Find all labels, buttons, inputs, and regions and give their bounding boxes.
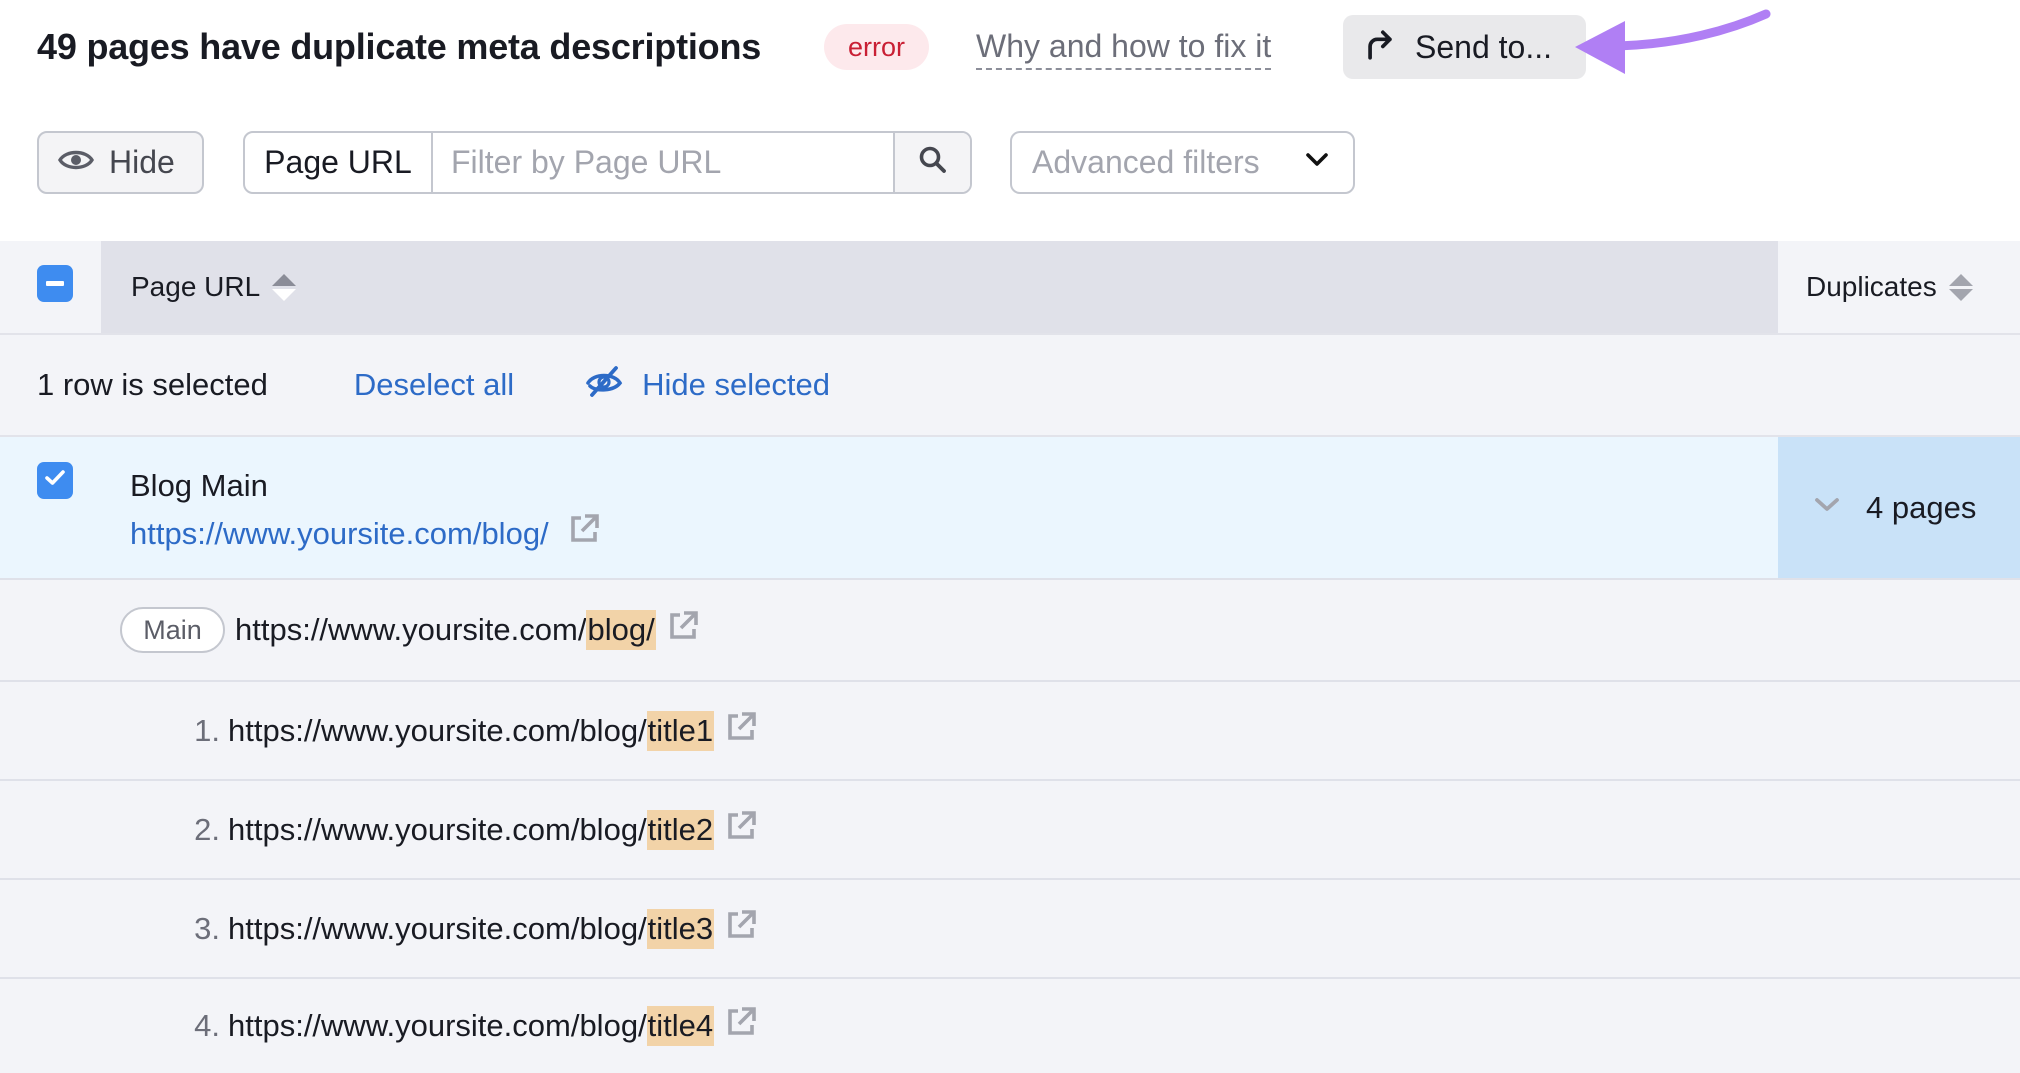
item-number: 1. (194, 712, 220, 748)
row-url: https://www.yoursite.com/blog/ (130, 512, 601, 556)
table-row (0, 437, 1778, 580)
search-icon (917, 144, 949, 181)
share-arrow-icon (1363, 28, 1397, 67)
send-to-label: Send to... (1415, 28, 1552, 65)
error-badge: error (824, 24, 929, 70)
duplicate-url[interactable]: https://www.yoursite.com/blog/title4 (228, 1005, 758, 1047)
deselect-all-link[interactable]: Deselect all (354, 367, 514, 403)
duplicates-count: 4 pages (1866, 489, 1977, 525)
advanced-filters-label: Advanced filters (1032, 144, 1260, 180)
url-prefix: https://www.yoursite.com/blog/ (228, 712, 647, 748)
external-link-icon[interactable] (666, 609, 700, 651)
external-link-icon[interactable] (724, 710, 758, 752)
main-url-row: Main https://www.yoursite.com/blog/ (0, 580, 2020, 682)
send-to-button[interactable]: Send to... (1343, 15, 1586, 79)
main-url[interactable]: https://www.yoursite.com/blog/ (235, 609, 700, 651)
duplicate-url[interactable]: https://www.yoursite.com/blog/title3 (228, 908, 758, 950)
select-all-checkbox[interactable] (37, 265, 73, 302)
search-field-label: Page URL (245, 133, 433, 192)
external-link-icon[interactable] (724, 1005, 758, 1047)
url-highlight: title2 (646, 809, 715, 850)
url-prefix: https://www.yoursite.com/ (235, 612, 587, 647)
chevron-down-icon (1814, 497, 1840, 518)
duplicates-toggle[interactable]: 4 pages (1778, 437, 2020, 580)
eye-slash-icon (584, 364, 624, 406)
url-highlight: title1 (646, 710, 715, 751)
hide-button[interactable]: Hide (37, 131, 204, 194)
eye-icon (57, 145, 95, 180)
external-link-icon[interactable] (567, 512, 601, 556)
page-url-search: Page URL (243, 131, 972, 194)
row-url-link[interactable]: https://www.yoursite.com/blog/ (130, 514, 549, 554)
item-number: 4. (194, 1008, 220, 1043)
main-pill: Main (120, 607, 225, 653)
item-number: 2. (194, 811, 220, 847)
url-prefix: https://www.yoursite.com/blog/ (228, 910, 647, 946)
url-prefix: https://www.yoursite.com/blog/ (228, 1008, 647, 1043)
url-highlight: blog/ (586, 610, 656, 650)
sort-icon[interactable] (1948, 273, 1973, 301)
hide-selected-label: Hide selected (642, 367, 830, 402)
hide-label: Hide (109, 144, 175, 180)
row-checkbox[interactable] (37, 462, 73, 499)
minus-icon (46, 281, 64, 286)
column-header-page-url[interactable]: Page URL (101, 241, 1778, 333)
chevron-down-icon (1305, 152, 1329, 173)
external-link-icon[interactable] (724, 908, 758, 950)
list-item: 3. https://www.yoursite.com/blog/title3 (0, 880, 2020, 979)
list-item: 1. https://www.yoursite.com/blog/title1 (0, 682, 2020, 781)
search-input[interactable] (433, 133, 893, 192)
hide-selected-link[interactable]: Hide selected (584, 364, 830, 406)
header-checkbox-cell (0, 241, 101, 333)
row-title: Blog Main (130, 468, 268, 503)
page-title: 49 pages have duplicate meta description… (37, 26, 762, 67)
annotation-arrow-icon (1575, 9, 1771, 74)
duplicate-url[interactable]: https://www.yoursite.com/blog/title1 (228, 710, 758, 752)
sort-icon[interactable] (272, 273, 297, 301)
duplicates-header-label: Duplicates (1806, 271, 1937, 302)
list-item: 4. https://www.yoursite.com/blog/title4 (0, 979, 2020, 1073)
url-highlight: title4 (646, 1006, 715, 1046)
why-and-how-link[interactable]: Why and how to fix it (976, 22, 1272, 70)
url-prefix: https://www.yoursite.com/blog/ (228, 811, 647, 847)
item-number: 3. (194, 910, 220, 946)
selection-count: 1 row is selected (37, 367, 268, 402)
advanced-filters-dropdown[interactable]: Advanced filters (1010, 131, 1355, 194)
url-highlight: title3 (646, 908, 715, 949)
search-button[interactable] (893, 133, 970, 192)
external-link-icon[interactable] (724, 809, 758, 851)
page-url-header-label: Page URL (131, 271, 261, 302)
duplicate-url[interactable]: https://www.yoursite.com/blog/title2 (228, 809, 758, 851)
check-icon (44, 469, 66, 492)
column-header-duplicates[interactable]: Duplicates (1778, 241, 2020, 333)
selection-bar: 1 row is selected Deselect all Hide sele… (0, 333, 2020, 437)
list-item: 2. https://www.yoursite.com/blog/title2 (0, 781, 2020, 880)
